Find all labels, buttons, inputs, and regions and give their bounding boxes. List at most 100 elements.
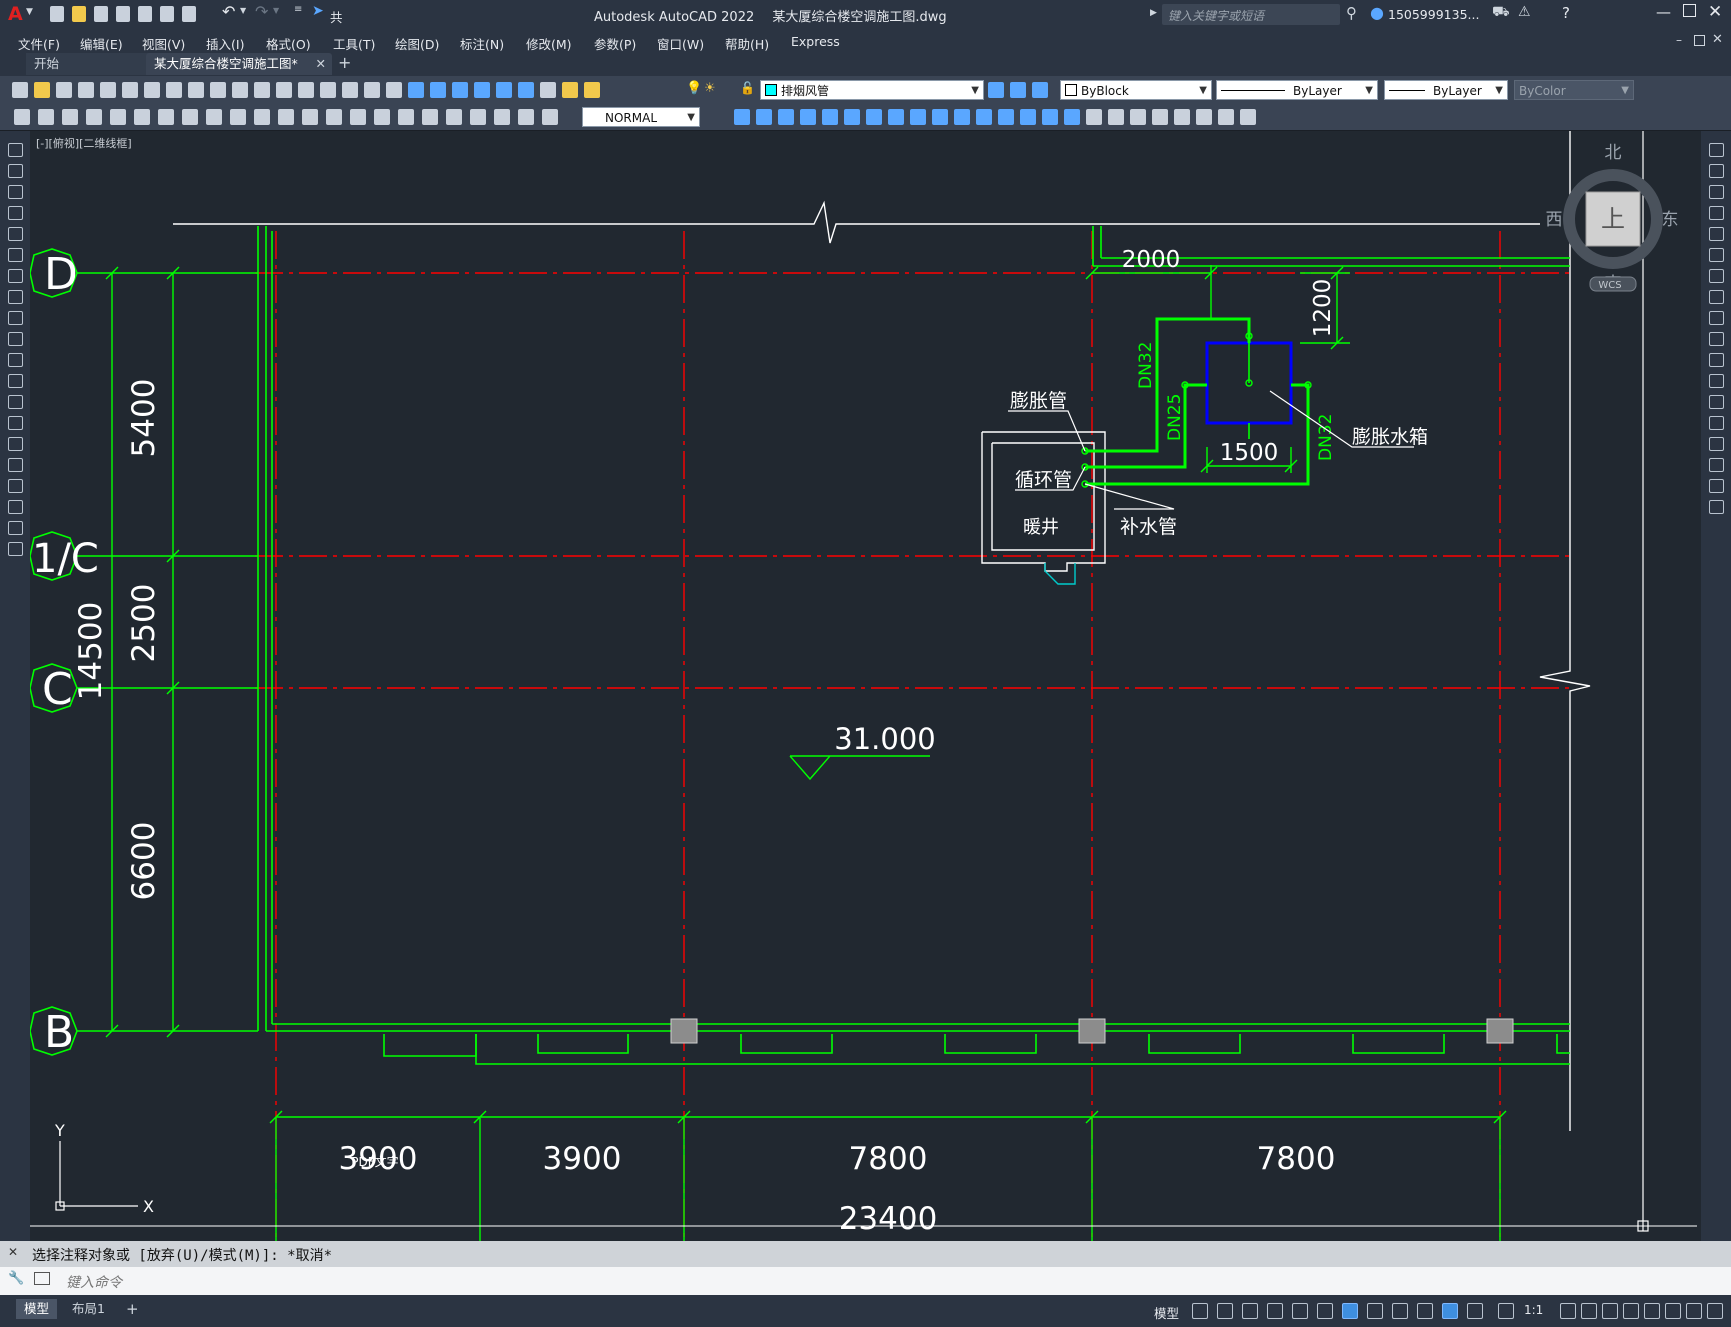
modify-erase-icon[interactable]: [1709, 143, 1724, 157]
open-file-icon[interactable]: [72, 6, 86, 22]
autocad-logo-icon[interactable]: A: [8, 3, 23, 25]
menu-format[interactable]: 格式(O): [266, 34, 311, 53]
modify-chamfer-icon[interactable]: [1709, 437, 1724, 451]
cut-icon[interactable]: [166, 82, 182, 98]
array-icon[interactable]: [822, 109, 838, 125]
modify-explode-icon[interactable]: [1709, 500, 1724, 514]
viewcube-east[interactable]: 东: [1662, 210, 1679, 230]
command-close-icon[interactable]: ✕: [8, 1245, 18, 1259]
layout-tab-model[interactable]: 模型: [16, 1299, 58, 1319]
menu-insert[interactable]: 插入(I): [206, 34, 244, 53]
point-icon[interactable]: [8, 416, 23, 430]
layer-state-icon[interactable]: [584, 82, 600, 98]
grid-bubble-1c[interactable]: 1/C: [30, 531, 99, 582]
modify-blend-curves-icon[interactable]: [1709, 479, 1724, 493]
modify-fillet-icon[interactable]: [1709, 458, 1724, 472]
lineweight-dropdown[interactable]: ByLayer ▼: [1384, 80, 1508, 100]
linetype-dropdown[interactable]: ByLayer ▼: [1216, 80, 1378, 100]
isolate-objects-icon[interactable]: [1644, 1303, 1660, 1319]
construction-line-icon[interactable]: [8, 185, 23, 199]
scale-icon[interactable]: [888, 109, 904, 125]
offset-icon[interactable]: [800, 109, 816, 125]
text-style-icon[interactable]: [38, 109, 54, 125]
polar-tracking-icon[interactable]: [1267, 1303, 1283, 1319]
modify-rotate-icon[interactable]: [1709, 269, 1724, 283]
viewport-label[interactable]: [-][俯视][二维线框]: [36, 136, 132, 150]
hardware-accel-icon[interactable]: [1665, 1303, 1681, 1319]
viewcube-wcs[interactable]: WCS: [1598, 280, 1621, 291]
union-icon[interactable]: [1108, 109, 1124, 125]
drawing-canvas[interactable]: [-][俯视][二维线框] 5400 2500 6600 14500 D 1/C…: [30, 131, 1697, 1241]
grid-icon[interactable]: [1192, 1303, 1208, 1319]
modify-extend-icon[interactable]: [1709, 353, 1724, 367]
join-icon[interactable]: [998, 109, 1014, 125]
minimize-icon[interactable]: —: [1656, 3, 1671, 21]
polygon-icon[interactable]: [8, 206, 23, 220]
modify-trim-icon[interactable]: [1709, 332, 1724, 346]
layout-tab-layout1[interactable]: 布局1: [64, 1299, 113, 1319]
plotstyle-dropdown[interactable]: ByColor ▼: [1514, 80, 1634, 100]
continue-dim-icon[interactable]: [326, 109, 342, 125]
menu-dimension[interactable]: 标注(N): [460, 34, 504, 53]
maximize-icon[interactable]: [1683, 4, 1696, 17]
dim-space-icon[interactable]: [350, 109, 366, 125]
quick-dim-icon[interactable]: [278, 109, 294, 125]
aligned-dim-icon[interactable]: [110, 109, 126, 125]
copy-icon[interactable]: [188, 82, 204, 98]
add-layout-plus-icon[interactable]: +: [126, 1300, 139, 1318]
dim-1500[interactable]: 1500: [1220, 440, 1279, 466]
modify-mirror-icon[interactable]: [1709, 185, 1724, 199]
arc-icon[interactable]: [8, 248, 23, 262]
modify-copy-icon[interactable]: [1709, 164, 1724, 178]
match-layer-icon[interactable]: [1032, 82, 1048, 98]
inspect-icon[interactable]: [446, 109, 462, 125]
color-dropdown[interactable]: ByBlock ▼: [1060, 80, 1212, 100]
user-icon[interactable]: ●: [1370, 3, 1384, 22]
sheet-set-icon[interactable]: [474, 82, 490, 98]
command-input-bar[interactable]: 🔧 键入命令: [0, 1267, 1731, 1295]
dim-5400[interactable]: 5400: [126, 379, 162, 458]
open-icon[interactable]: [34, 82, 50, 98]
redo-icon[interactable]: ↷: [255, 2, 268, 21]
dim-text-edit-icon[interactable]: [518, 109, 534, 125]
quick-properties-icon[interactable]: [1623, 1303, 1639, 1319]
cart-icon[interactable]: ⛟: [1492, 4, 1510, 22]
mtext-icon[interactable]: [8, 521, 23, 535]
snap-mode-icon[interactable]: [1217, 1303, 1233, 1319]
object-snap-icon[interactable]: [1342, 1303, 1358, 1319]
open-web-icon[interactable]: [138, 6, 152, 22]
zoom-window-icon[interactable]: [364, 82, 380, 98]
pipe-dn32-a[interactable]: DN32: [1136, 342, 1156, 389]
annotate-icon[interactable]: [62, 109, 78, 125]
search-expand-icon[interactable]: ▶: [1150, 8, 1157, 18]
region-icon[interactable]: [8, 479, 23, 493]
dim-23400[interactable]: 23400: [839, 1201, 938, 1237]
ellipse-icon[interactable]: [8, 332, 23, 346]
save-web-icon[interactable]: [160, 6, 174, 22]
markup-icon[interactable]: [496, 82, 512, 98]
tab-close-icon[interactable]: ✕: [316, 53, 326, 75]
dim-1200[interactable]: 1200: [1310, 279, 1336, 338]
viewcube-north[interactable]: 北: [1605, 143, 1622, 163]
stretch-icon[interactable]: [910, 109, 926, 125]
radius-dim-icon[interactable]: [182, 109, 198, 125]
move-icon[interactable]: [844, 109, 860, 125]
text-edit-icon[interactable]: [14, 109, 30, 125]
dim-update-icon[interactable]: [542, 109, 558, 125]
zoom-previous-icon[interactable]: [386, 82, 402, 98]
layer-sun-icon[interactable]: ☀: [704, 81, 716, 96]
plot-icon[interactable]: [78, 82, 94, 98]
text-style-dropdown[interactable]: NORMAL ▼: [582, 107, 700, 127]
zoom-realtime-icon[interactable]: [342, 82, 358, 98]
publish-icon[interactable]: [122, 82, 138, 98]
chamfer-icon[interactable]: [1020, 109, 1036, 125]
explode-icon[interactable]: [1064, 109, 1080, 125]
make-current-layer-icon[interactable]: [988, 82, 1004, 98]
clean-screen-icon[interactable]: [1686, 1303, 1702, 1319]
autodesk-app-icon[interactable]: ⚠: [1518, 4, 1531, 20]
viewcube-west[interactable]: 西: [1546, 210, 1563, 230]
plot-icon[interactable]: [182, 6, 196, 22]
command-prompt-icon[interactable]: [34, 1272, 50, 1285]
menu-draw[interactable]: 绘图(D): [395, 34, 439, 53]
modify-break-at-point-icon[interactable]: [1709, 374, 1724, 388]
